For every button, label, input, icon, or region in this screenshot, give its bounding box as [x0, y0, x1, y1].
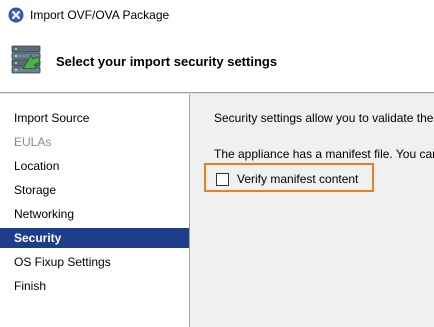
nav-item-import-source[interactable]: Import Source	[0, 108, 189, 128]
import-package-icon	[11, 45, 41, 74]
nav-item-security[interactable]: Security	[0, 228, 189, 248]
wizard-header: Select your import security settings	[0, 30, 434, 92]
close-circle-icon	[8, 7, 24, 23]
nav-item-finish[interactable]: Finish	[0, 276, 189, 296]
page-title: Select your import security settings	[56, 54, 278, 69]
checkbox-box[interactable]	[216, 172, 229, 186]
nav-item-os-fixup-settings[interactable]: OS Fixup Settings	[0, 252, 189, 272]
manifest-description: The appliance has a manifest file. You c…	[214, 147, 434, 161]
wizard-nav: Import Source EULAs Location Storage Net…	[0, 94, 189, 327]
security-settings-panel: Security settings allow you to validate …	[190, 94, 434, 327]
window-title: Import OVF/OVA Package	[30, 8, 170, 22]
nav-item-networking[interactable]: Networking	[0, 204, 189, 224]
verify-manifest-label[interactable]: Verify manifest content	[237, 172, 358, 186]
nav-item-location[interactable]: Location	[0, 156, 189, 176]
verify-manifest-checkbox[interactable]: Verify manifest content	[216, 171, 358, 187]
title-bar: Import OVF/OVA Package	[0, 0, 434, 30]
nav-item-eulas: EULAs	[14, 135, 52, 149]
security-description: Security settings allow you to validate …	[214, 111, 434, 125]
nav-item-storage[interactable]: Storage	[0, 180, 189, 200]
